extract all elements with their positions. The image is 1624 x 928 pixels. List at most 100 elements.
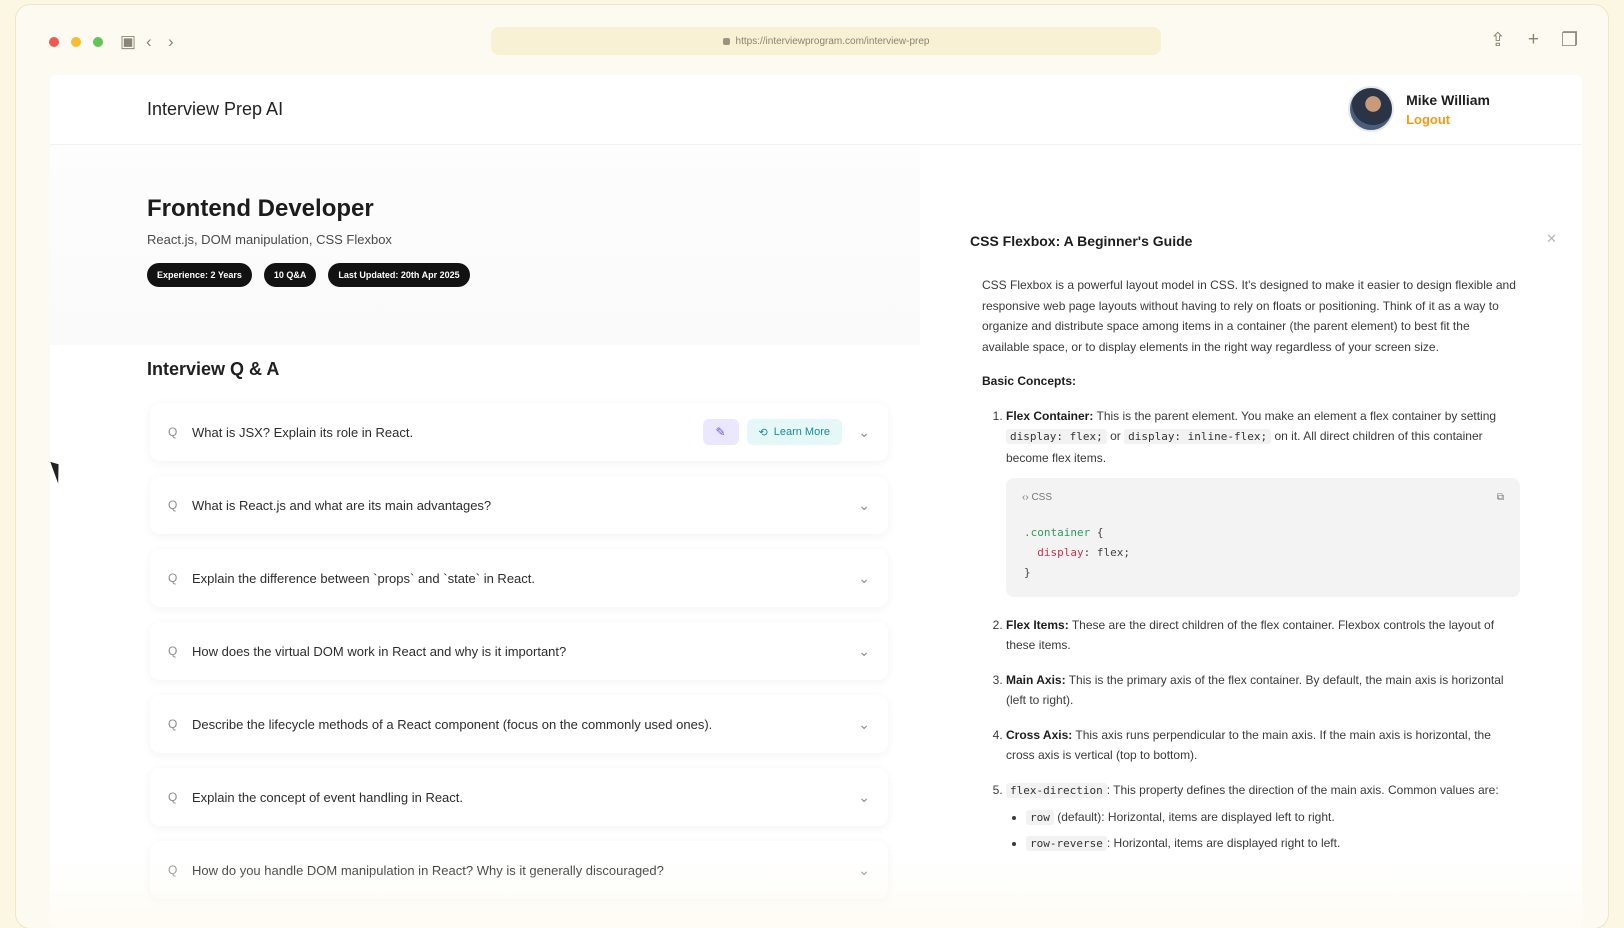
drawer-body: CSS Flexbox is a powerful layout model i… [982,275,1520,868]
question-marker: Q [168,790,178,804]
concept-item: Cross Axis: This axis runs perpendicular… [1006,725,1518,766]
share-icon[interactable]: ⇪ [1490,29,1506,52]
question-text: What is React.js and what are its main a… [192,497,492,513]
question-marker: Q [168,644,178,658]
inline-code: row-reverse [1026,835,1107,851]
question-text: How do you handle DOM manipulation in Re… [192,862,664,878]
list-item: row-reverse: Horizontal, items are displ… [1026,833,1518,855]
question-text: Explain the concept of event handling in… [192,789,464,805]
page-title: Frontend Developer [147,195,374,222]
qa-section-title: Interview Q & A [147,359,280,379]
list-item: row (default): Horizontal, items are dis… [1026,807,1518,829]
sparkle-icon: ⟲ [758,426,768,439]
question-text: How does the virtual DOM work in React a… [192,643,567,659]
concepts-list: Flex Container: This is the parent eleme… [982,406,1520,855]
bullet-text: : Horizontal, items are displayed right … [1106,835,1341,850]
qa-list: Q What is JSX? Explain its role in React… [150,403,888,914]
question-marker: Q [168,571,178,585]
browser-actions: ⇪ + ❐ [1490,29,1578,52]
back-icon[interactable]: ‹ [146,30,152,54]
app-header: Interview Prep AI Mike William Logout [50,75,1582,145]
qa-item[interactable]: Q What is React.js and what are its main… [150,476,888,534]
qa-item[interactable]: Q How does the virtual DOM work in React… [150,622,888,680]
concept-or: or [1110,429,1121,443]
qa-item[interactable]: Q Explain the concept of event handling … [150,768,888,826]
inline-code: row [1026,810,1054,825]
code-icon: ‹› [1022,492,1029,503]
qa-item[interactable]: Q What is JSX? Explain its role in React… [150,403,888,461]
concept-text: This is the primary axis of the flex con… [1006,672,1504,708]
code-property: display [1024,545,1084,559]
inline-code: display: inline-flex; [1124,429,1272,444]
code-language: CSS [1031,492,1053,503]
address-bar[interactable]: https://interviewprogram.com/interview-p… [491,27,1161,55]
chevron-down-icon[interactable]: ⌄ [852,643,870,660]
question-text: What is JSX? Explain its role in React. [192,424,414,440]
concept-term: Flex Items: [1006,617,1069,632]
close-window-button[interactable] [49,37,59,47]
inline-code: display: flex; [1006,429,1107,444]
window-controls [49,37,103,47]
code-block-header: ‹› CSS ⧉ [1006,478,1520,519]
badge-row: Experience: 2 Years 10 Q&A Last Updated:… [147,263,470,287]
basic-concepts-heading: Basic Concepts: [982,374,1077,388]
question-text: Explain the difference between `props` a… [192,570,536,586]
concept-item: Main Axis: This is the primary axis of t… [1006,670,1518,711]
profile-info: Mike William Logout [1348,86,1490,132]
concept-term: Main Axis: [1006,672,1066,687]
chevron-down-icon[interactable]: ⌄ [852,789,870,806]
concept-text: These are the direct children of the fle… [1006,617,1495,653]
chevron-down-icon[interactable]: ⌄ [852,424,870,441]
chevron-down-icon[interactable]: ⌄ [852,716,870,733]
forward-icon[interactable]: › [168,30,174,54]
avatar[interactable] [1348,86,1395,132]
logout-button[interactable]: Logout [1406,112,1490,127]
sidebar-icon[interactable]: ▣ [120,30,136,54]
code-selector: .container [1024,525,1091,539]
new-tab-icon[interactable]: + [1528,29,1539,52]
app-window: Interview Prep AI Mike William Logout Fr… [50,75,1582,928]
chevron-down-icon[interactable]: ⌄ [852,862,870,879]
code-block: ‹› CSS ⧉ .container { display: flex; } [1006,478,1520,597]
question-text: Describe the lifecycle methods of a Reac… [192,716,713,732]
concept-text: This axis runs perpendicular to the main… [1006,727,1491,763]
lock-icon [722,37,730,45]
minimize-window-button[interactable] [71,37,81,47]
maximize-window-button[interactable] [93,37,103,47]
last-updated-badge: Last Updated: 20th Apr 2025 [328,263,470,287]
code-close: } [1024,565,1031,579]
qa-count-badge: 10 Q&A [263,263,317,287]
qa-item[interactable]: Q Describe the lifecycle methods of a Re… [150,695,888,753]
bullet-text: (default): Horizontal, items are display… [1057,810,1335,824]
explanation-drawer: CSS Flexbox: A Beginner's Guide ✕ CSS Fl… [938,145,1582,928]
url-text: https://interviewprogram.com/interview-p… [735,35,930,47]
learn-more-label: Learn More [773,426,830,438]
copy-icon[interactable]: ⧉ [1497,488,1504,509]
question-marker: Q [168,498,178,512]
code-open: { [1090,525,1104,539]
qa-item[interactable]: Q How do you handle DOM manipulation in … [150,841,888,899]
pin-icon: ✎ [715,425,726,439]
flex-direction-values: row (default): Horizontal, items are dis… [1006,807,1518,854]
question-marker: Q [168,863,178,877]
experience-badge: Experience: 2 Years [147,263,252,287]
code-content: .container { display: flex; } [1006,519,1520,597]
browser-chrome: ▣ ‹ › https://interviewprogram.com/inter… [16,5,1608,69]
inline-code: flex-direction [1006,782,1107,798]
tabs-overview-icon[interactable]: ❐ [1561,29,1578,52]
brand-title[interactable]: Interview Prep AI [147,99,283,120]
chevron-down-icon[interactable]: ⌄ [852,497,870,514]
concept-item: flex-direction: This property defines th… [1006,780,1518,855]
chevron-down-icon[interactable]: ⌄ [852,570,870,587]
qa-item[interactable]: Q Explain the difference between `props`… [150,549,888,607]
browser-frame: ▣ ‹ › https://interviewprogram.com/inter… [16,5,1608,928]
code-value: : flex; [1083,545,1130,559]
topics-text: React.js, DOM manipulation, CSS Flexbox [147,232,392,247]
question-marker: Q [168,425,178,439]
concept-text: This is the parent element. You make an … [1096,408,1497,423]
concept-text: : This property defines the direction of… [1106,782,1499,797]
pin-button[interactable]: ✎ [702,419,739,445]
concept-term: Flex Container: [1006,408,1094,423]
learn-more-button[interactable]: ⟲ Learn More [746,419,842,445]
close-icon[interactable]: ✕ [1546,231,1557,247]
